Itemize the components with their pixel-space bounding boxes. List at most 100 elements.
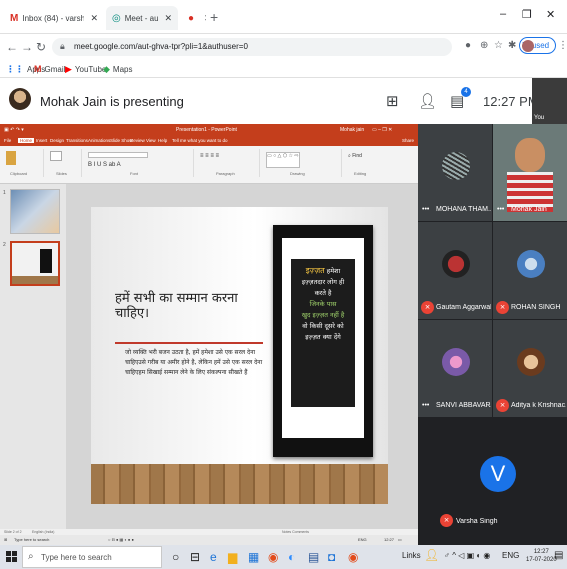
extensions-icon[interactable]: ✱: [508, 40, 516, 51]
ppt-quick-access: ▣ ↶ ↷ ▾: [4, 127, 24, 133]
windows-start-icon[interactable]: [6, 551, 18, 563]
slide-body-text[interactable]: जो व्यक्ति भरी बजन उठता है, हमें हमेशा उ…: [125, 348, 265, 378]
self-label: You: [534, 115, 545, 121]
cortana-icon[interactable]: ○: [172, 550, 179, 564]
chrome-icon[interactable]: ◉: [268, 550, 278, 564]
font-format-icons[interactable]: B I U S ab A: [88, 162, 121, 168]
tab-label: Inbox (84) - varshasingh@thegu: [22, 13, 85, 23]
participant-tile[interactable]: ⨯ Gautam Aggarwal: [418, 222, 492, 319]
tray-icons[interactable]: ♂ ^ ◁ ▣ ◐ ◉: [444, 551, 490, 560]
ribbon-tab-transitions[interactable]: Transitions: [66, 138, 88, 143]
new-tab-button[interactable]: +: [210, 9, 218, 25]
word-icon[interactable]: ▤: [308, 550, 319, 564]
slide-heading[interactable]: हमें सभी का सम्मान करना चाहिए।: [115, 291, 255, 321]
shapes-gallery[interactable]: ▭ ○ △ ⬡ ☆ ⇨: [266, 152, 300, 168]
remote-app-icons[interactable]: ○ ⊟ ● ▦ ◐ ● ●: [108, 537, 134, 542]
paste-icon[interactable]: [6, 151, 16, 165]
bookmark-gmail[interactable]: M Gmail: [34, 64, 65, 74]
participant-tile[interactable]: ⨯ Aditya k Krishnac...: [493, 320, 567, 417]
tab-meet[interactable]: ◎ Meet - aut-ghva-tpr ✕: [106, 6, 178, 30]
people-icon[interactable]: 👤︎: [418, 92, 437, 110]
slide-thumbnail-1[interactable]: [10, 189, 60, 234]
bookmark-youtube[interactable]: ▶ YouTube: [65, 64, 106, 75]
tab-gmail[interactable]: M Inbox (84) - varshasingh@thegu ✕: [4, 6, 104, 30]
ribbon-tab-home[interactable]: Home: [18, 138, 35, 143]
group-label: Paragraph: [216, 171, 235, 176]
remote-windows-icon[interactable]: ⊞: [4, 537, 7, 542]
font-name-box[interactable]: [88, 152, 148, 158]
chrome-icon[interactable]: ◉: [348, 550, 358, 564]
ribbon-tab-design[interactable]: Design: [50, 138, 64, 143]
maximize-button[interactable]: ❐: [522, 8, 532, 21]
remote-search[interactable]: Type here to search: [14, 537, 49, 542]
notes-comments[interactable]: Notes Comments: [282, 530, 309, 534]
ppt-ribbon: Clipboard Slides B I U S ab A Font ≡ ≡ ≡…: [0, 146, 418, 184]
star-icon[interactable]: ☆: [494, 40, 503, 51]
group-label: Drawing: [290, 171, 305, 176]
ribbon-tab-insert[interactable]: Insert: [36, 138, 47, 143]
user-tray-icon[interactable]: 👤︎: [424, 548, 439, 562]
reload-icon[interactable]: ↻: [36, 40, 46, 54]
profile-button[interactable]: Paused: [519, 37, 557, 54]
zoom-icon[interactable]: ⊕: [480, 40, 488, 51]
participant-tile[interactable]: ••• Mohak Jain: [493, 124, 567, 221]
group-paragraph: ≡ ≡ ≡ ≡ Paragraph: [196, 149, 260, 177]
layout-icon[interactable]: ⊞: [386, 92, 399, 110]
search-icon: ⌕: [28, 551, 34, 562]
ribbon-tab-review[interactable]: Review: [130, 138, 145, 143]
back-icon[interactable]: ←: [6, 40, 18, 54]
self-view-tile[interactable]: You: [532, 78, 567, 124]
folder-icon[interactable]: ▆: [228, 550, 237, 564]
participant-grid: ••• MOHANA THAM... ••• Mohak Jain ⨯ Gaut…: [418, 124, 567, 545]
more-icon[interactable]: •••: [497, 206, 504, 213]
tell-me-box[interactable]: Tell me what you want to do: [172, 138, 228, 143]
more-icon[interactable]: •••: [422, 402, 429, 409]
ribbon-tab-help[interactable]: Help: [158, 138, 167, 143]
remote-taskbar: ⊞ Type here to search ○ ⊟ ● ▦ ◐ ● ● ENG …: [0, 535, 418, 545]
mic-off-icon: ⨯: [421, 301, 434, 314]
participant-name: Gautam Aggarwal: [436, 304, 491, 311]
minimize-button[interactable]: –: [500, 8, 506, 20]
profile-avatar: [522, 39, 534, 52]
edge-icon[interactable]: e: [210, 550, 217, 564]
ribbon-tab-file[interactable]: File: [4, 138, 11, 143]
close-icon[interactable]: ✕: [164, 13, 172, 24]
bookmark-maps[interactable]: ◆ Maps: [103, 64, 132, 75]
close-icon[interactable]: ✕: [90, 13, 98, 24]
store-icon[interactable]: ▦: [248, 550, 259, 564]
close-window-button[interactable]: ✕: [546, 8, 555, 21]
forward-icon[interactable]: →: [21, 40, 33, 54]
app-icon[interactable]: ◘: [328, 550, 335, 564]
participant-tile[interactable]: ••• SANVI ABBAVARA...: [418, 320, 492, 417]
taskbar-clock[interactable]: 12:27 17-07-2020: [526, 548, 557, 564]
paragraph-icons[interactable]: ≡ ≡ ≡ ≡: [200, 153, 219, 159]
links-toolbar[interactable]: Links: [402, 551, 421, 560]
language-indicator[interactable]: ENG: [502, 551, 519, 560]
ribbon-tab-animations[interactable]: Animations: [88, 138, 110, 143]
close-icon[interactable]: ✕: [204, 13, 206, 24]
new-slide-icon[interactable]: [50, 151, 62, 161]
notification-icon[interactable]: ▤: [554, 550, 563, 561]
maps-icon: ◆: [103, 64, 110, 74]
task-view-icon[interactable]: ⊟: [190, 550, 200, 564]
slide-thumbnail-2[interactable]: [10, 241, 60, 286]
camera-icon[interactable]: ●: [465, 40, 471, 51]
menu-icon[interactable]: ⋮: [558, 40, 567, 51]
quote-frame[interactable]: इज़्ज़त हमेशा इज़्ज़तदार लोग ही करते है …: [273, 225, 373, 457]
zoom-app-icon[interactable]: ◐: [288, 550, 295, 564]
participant-tile[interactable]: ••• MOHANA THAM...: [418, 124, 492, 221]
shared-screen: ▣ ↶ ↷ ▾ Presentation1 - PowerPoint Mohak…: [0, 124, 418, 545]
address-bar[interactable]: 🔒︎ meet.google.com/aut-ghva-tpr?pli=1&au…: [52, 38, 452, 56]
slide-count: Slide 2 of 2: [4, 530, 22, 534]
tab-other[interactable]: ● ✕: [182, 6, 206, 30]
current-slide[interactable]: हमें सभी का सम्मान करना चाहिए। जो व्यक्त…: [91, 207, 388, 504]
participant-name: Varsha Singh: [456, 518, 498, 525]
more-icon[interactable]: •••: [422, 206, 429, 213]
remote-notification-icon[interactable]: ▭: [398, 537, 402, 542]
share-button[interactable]: Share: [402, 138, 414, 143]
taskbar-search[interactable]: ⌕ Type here to search: [22, 546, 162, 568]
ribbon-tab-view[interactable]: View: [146, 138, 156, 143]
participant-tile[interactable]: ⨯ ROHAN SINGH: [493, 222, 567, 319]
find-replace-icons[interactable]: ⌕ Find: [348, 153, 362, 159]
clock-date: 17-07-2020: [526, 557, 557, 563]
